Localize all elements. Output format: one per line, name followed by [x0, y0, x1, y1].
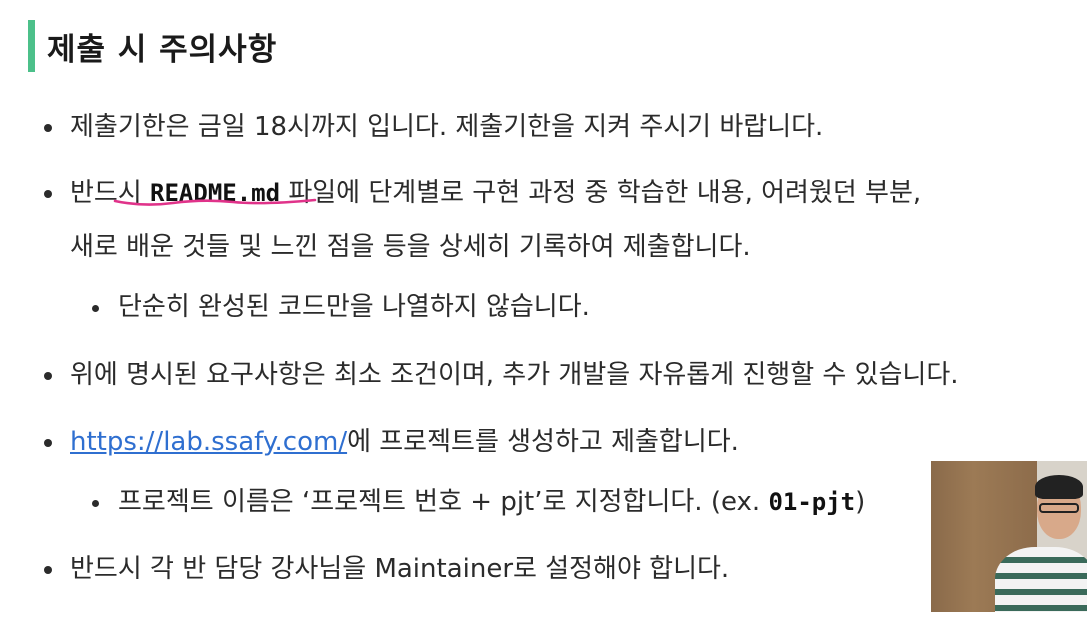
presenter-webcam: [931, 461, 1087, 612]
sub-bullet-text: 단순히 완성된 코드만을 나열하지 않습니다.: [118, 292, 590, 322]
bullet-dot: [44, 439, 52, 447]
annotation-underline: [113, 198, 317, 206]
sub-bullet-dot: [92, 305, 99, 312]
bullet-dot: [44, 190, 52, 198]
presenter-hair: [1035, 475, 1083, 499]
presenter-body: [995, 547, 1087, 612]
sub-bullet-text-post: ): [855, 487, 866, 517]
bullet-dot: [44, 124, 52, 132]
slide-title: 제출 시 주의사항: [47, 31, 278, 68]
sub-bullet-text-pre: 프로젝트 이름은 ‘프로젝트 번호 + pjt’로 지정합니다. (ex.: [118, 487, 769, 517]
bullet-text: 새로 배운 것들 및 느낀 점을 등을 상세히 기록하여 제출합니다.: [70, 232, 751, 262]
bullet-text-post: 에 프로젝트를 생성하고 제출합니다.: [347, 427, 739, 457]
presentation-slide: 제출 시 주의사항 제출기한은 금일 18시까지 입니다. 제출기한을 지켜 주…: [0, 0, 1087, 619]
bullet-dot: [44, 566, 52, 574]
title-accent-bar: [28, 20, 35, 72]
presenter-glasses: [1039, 503, 1079, 513]
bullet-text: 제출기한은 금일 18시까지 입니다. 제출기한을 지켜 주시기 바랍니다.: [70, 112, 824, 142]
bullet-dot: [44, 372, 52, 380]
bullet-text: https://lab.ssafy.com/에 프로젝트를 생성하고 제출합니다…: [70, 425, 739, 459]
bullet-text: 위에 명시된 요구사항은 최소 조건이며, 추가 개발을 자유롭게 진행할 수 …: [70, 360, 959, 390]
project-name-code: 01-pjt: [768, 488, 856, 516]
bullet-text-post: 파일에 단계별로 구현 과정 중 학습한 내용, 어려웠던 부분,: [280, 178, 922, 208]
sub-bullet-dot: [92, 500, 99, 507]
bullet-text: 반드시 각 반 담당 강사님을 Maintainer로 설정해야 합니다.: [70, 554, 730, 584]
sub-bullet-text: 프로젝트 이름은 ‘프로젝트 번호 + pjt’로 지정합니다. (ex. 01…: [118, 485, 865, 519]
slide-title-bar: 제출 시 주의사항: [28, 20, 277, 72]
lab-ssafy-link[interactable]: https://lab.ssafy.com/: [70, 427, 347, 457]
